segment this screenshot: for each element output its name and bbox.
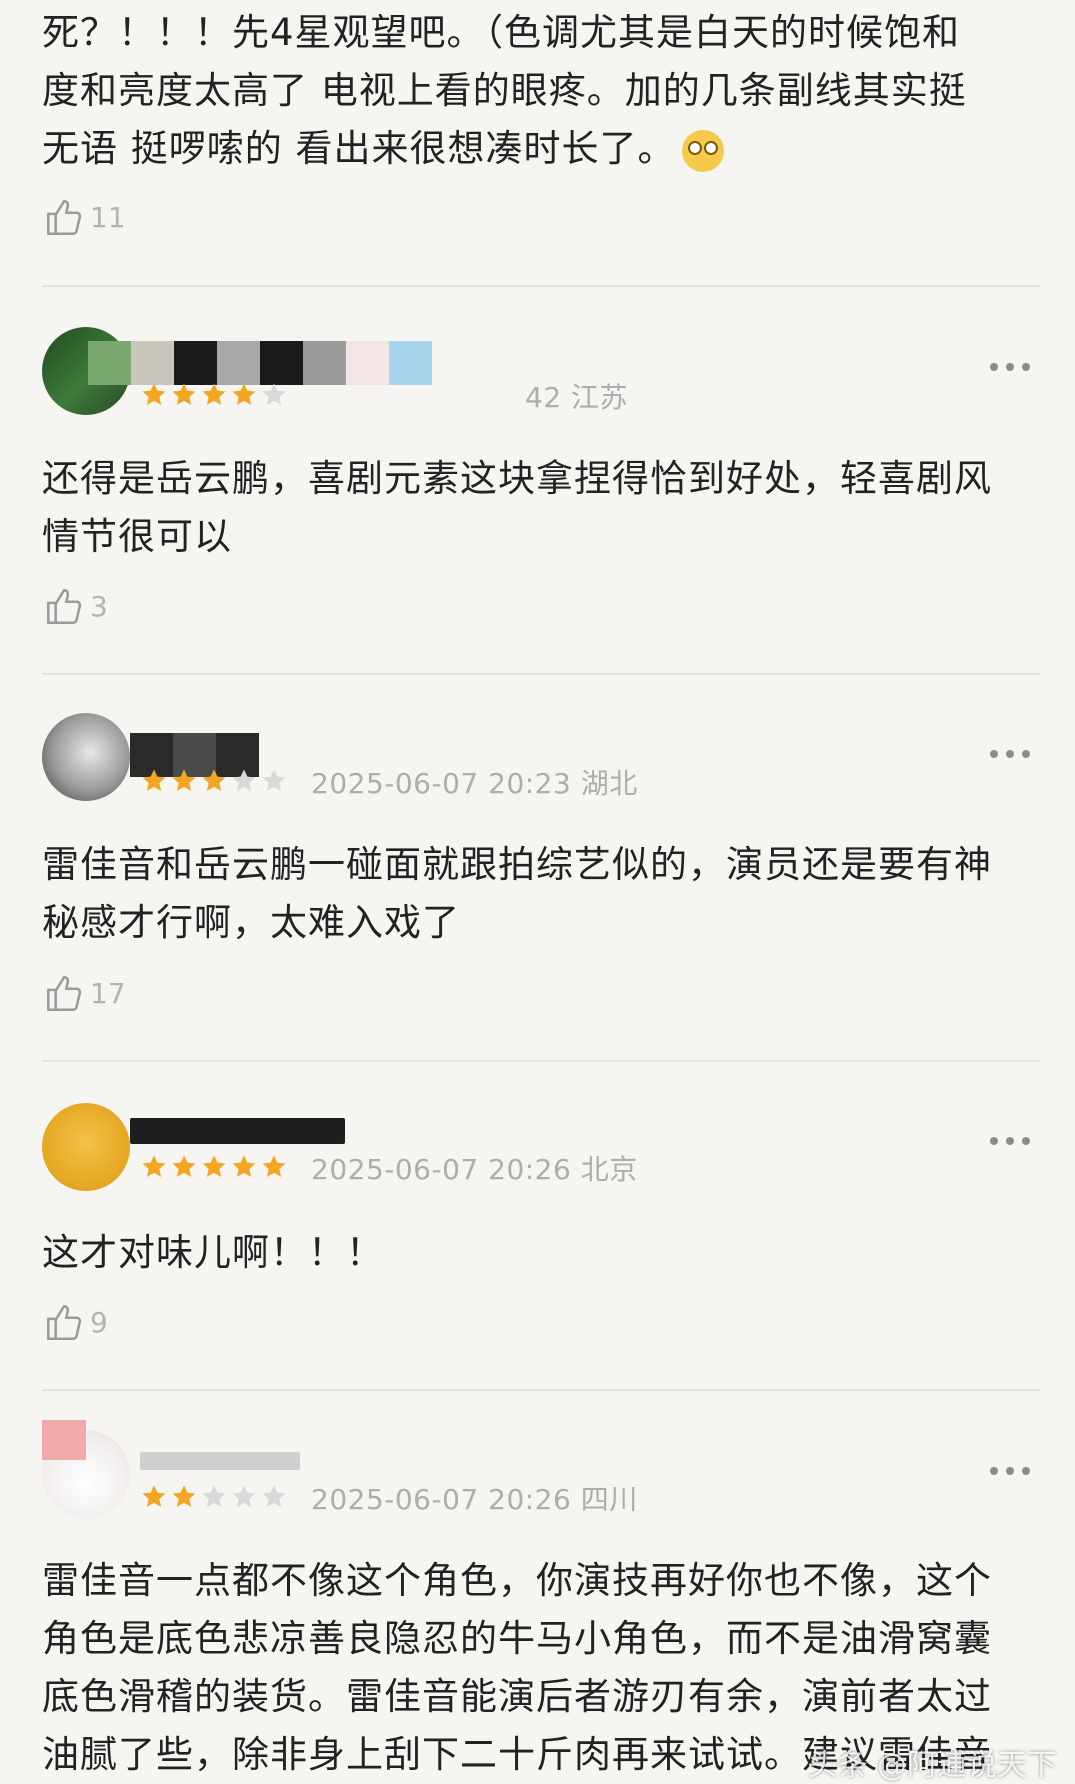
comment-text-line: 死？！！！先4星观望吧。（色调尤其是白天的时候饱和 [42,11,961,54]
comment-list: 死？！！！先4星观望吧。（色调尤其是白天的时候饱和 度和亮度太高了 电视上看的眼… [0,0,1075,1783]
comment-text-line: 这才对味儿啊！！！ [42,1231,384,1274]
comment-text: 这才对味儿啊！！！ [42,1224,1032,1282]
divider [42,1060,1040,1062]
comment-text: 还得是岳云鹏，喜剧元素这块拿捏得恰到好处，轻喜剧风 情节很可以 [42,450,1032,566]
star-empty-icon [232,1485,256,1507]
like-count: 3 [90,589,108,623]
comment-text-line: 雷佳音一点都不像这个角色，你演技再好你也不像，这个 [42,1559,992,1602]
like-button[interactable]: 11 [42,196,126,238]
watermark: 头条 @阿逋说天下 [807,1748,1057,1783]
divider [42,285,1040,287]
comment-text-line: 秘感才行啊，太难入戏了 [42,901,460,944]
more-options-icon[interactable] [990,1136,1030,1146]
like-button[interactable]: 3 [42,585,108,627]
comment-meta: 2025-06-07 20:23 湖北 [311,767,638,800]
star-rating [140,1483,288,1511]
divider [42,1389,1040,1391]
more-options-icon[interactable] [990,362,1030,372]
star-empty-icon [262,769,286,791]
star-filled-icon [172,1485,196,1507]
comment-text-line: 度和亮度太高了 电视上看的眼疼。加的几条副线其实挺 [42,69,967,112]
like-count: 17 [90,976,126,1010]
rolling-eyes-emoji-icon [681,129,724,172]
like-count: 11 [90,200,126,234]
star-filled-icon [142,1155,166,1177]
star-filled-icon [202,383,226,405]
star-empty-icon [232,769,256,791]
comment-text: 死？！！！先4星观望吧。（色调尤其是白天的时候饱和 度和亮度太高了 电视上看的眼… [42,4,1032,178]
comment-text-line: 还得是岳云鹏，喜剧元素这块拿捏得恰到好处，轻喜剧风 [42,457,992,500]
star-filled-icon [142,383,166,405]
thumbs-up-icon [47,588,82,625]
star-filled-icon [172,1155,196,1177]
username-redacted[interactable] [88,341,432,385]
comment-meta: 42 江苏 [525,381,629,414]
thumbs-up-icon [47,199,82,236]
comment-meta: 2025-06-07 20:26 北京 [311,1153,638,1186]
star-rating [140,381,288,409]
star-filled-icon [202,769,226,791]
comment-text-line: 情节很可以 [42,515,232,558]
like-button[interactable]: 9 [42,1301,108,1343]
star-filled-icon [232,383,256,405]
star-filled-icon [142,769,166,791]
comment-text: 雷佳音和岳云鹏一碰面就跟拍综艺似的，演员还是要有神 秘感才行啊，太难入戏了 [42,836,1032,952]
comment-text-line: 角色是底色悲凉善良隐忍的牛马小角色，而不是油滑窝囊 [42,1617,992,1660]
star-filled-icon [172,383,196,405]
more-options-icon[interactable] [990,749,1030,759]
avatar[interactable] [42,713,130,801]
comment-text-line: 雷佳音和岳云鹏一碰面就跟拍综艺似的，演员还是要有神 [42,843,992,886]
more-options-icon[interactable] [990,1466,1030,1476]
like-button[interactable]: 17 [42,972,126,1014]
username-redacted[interactable] [42,1420,86,1464]
thumbs-up-icon [47,975,82,1012]
star-filled-icon [232,1155,256,1177]
star-filled-icon [172,769,196,791]
star-filled-icon [262,1155,286,1177]
comment-text-line: 无语 挺啰嗦的 看出来很想凑时长了。 [42,127,676,170]
star-rating [140,767,288,795]
thumbs-up-icon [47,1304,82,1341]
avatar[interactable] [42,1103,130,1191]
divider [42,673,1040,675]
star-empty-icon [262,1485,286,1507]
star-filled-icon [202,1155,226,1177]
star-filled-icon [142,1485,166,1507]
star-rating [140,1153,288,1181]
like-count: 9 [90,1305,108,1339]
star-empty-icon [202,1485,226,1507]
star-empty-icon [262,383,286,405]
comment-meta: 2025-06-07 20:26 四川 [311,1483,638,1516]
comment-text-line: 底色滑稽的装货。雷佳音能演后者游刃有余，演前者太过 [42,1675,992,1718]
